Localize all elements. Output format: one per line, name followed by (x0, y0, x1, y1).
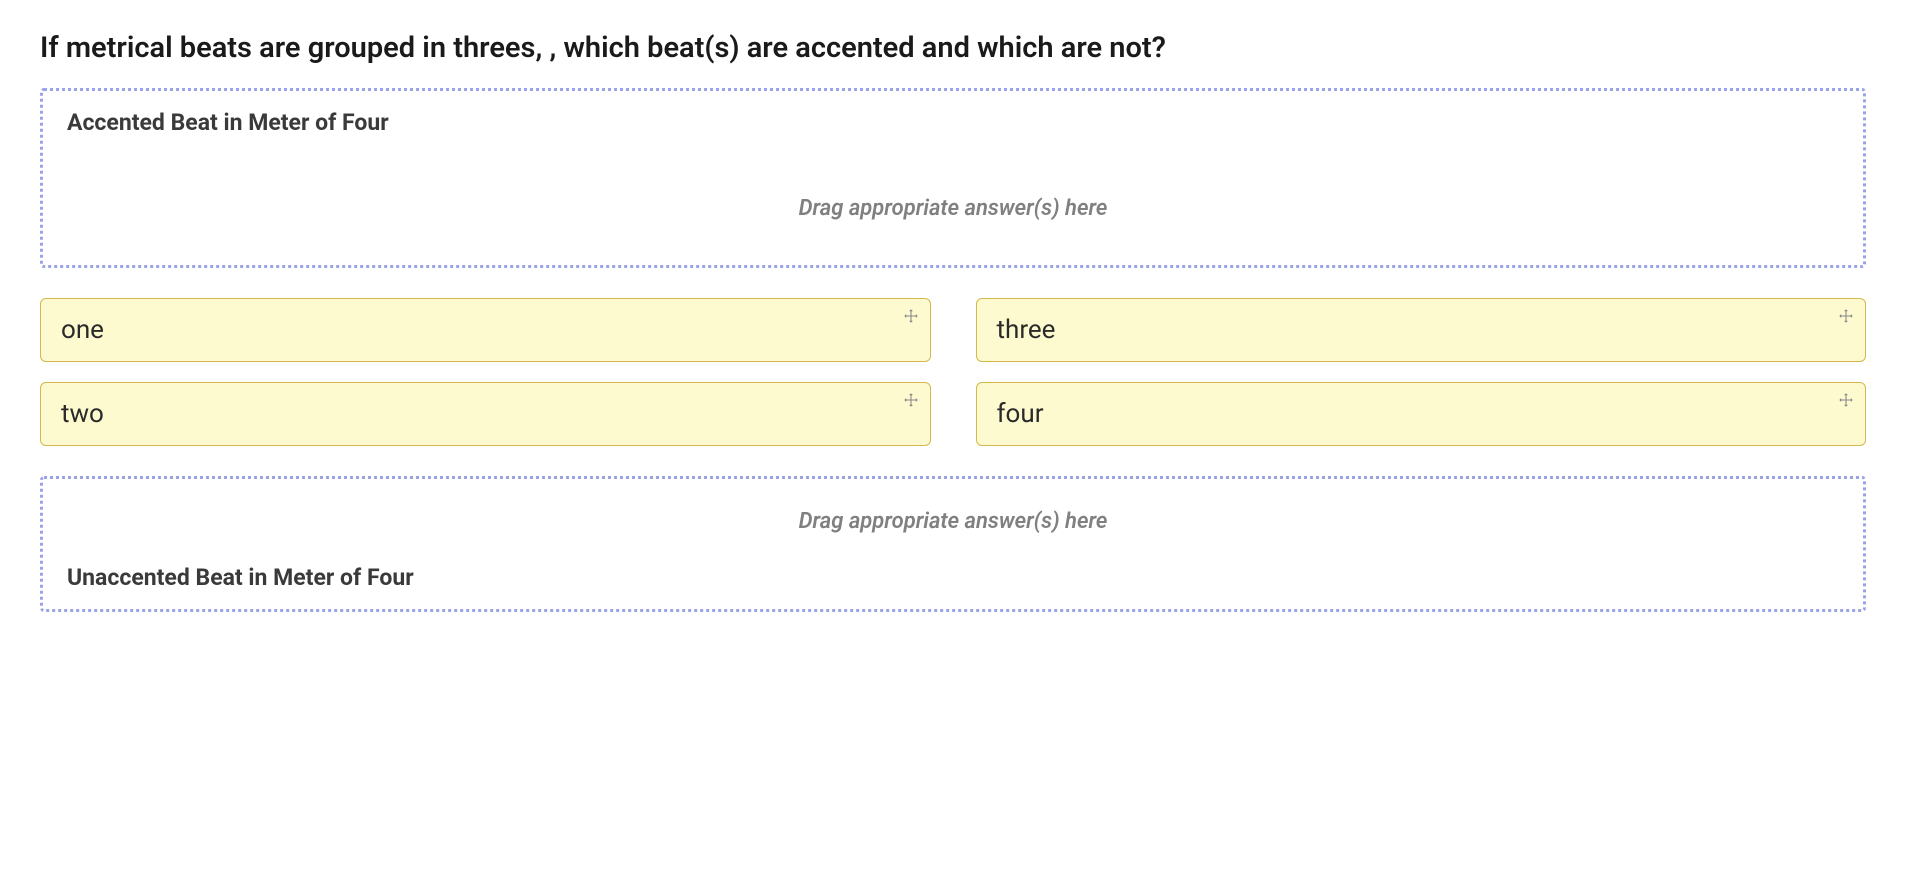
move-icon (904, 393, 918, 407)
answer-option-four[interactable]: four (976, 382, 1867, 446)
answer-option-label: three (997, 315, 1056, 345)
drop-zone-unaccented[interactable]: Drag appropriate answer(s) here Unaccent… (40, 476, 1866, 612)
drop-zone-unaccented-title: Unaccented Beat in Meter of Four (67, 564, 1839, 591)
drop-zone-accented-hint: Drag appropriate answer(s) here (67, 196, 1839, 221)
answer-option-one[interactable]: one (40, 298, 931, 362)
question-prompt: If metrical beats are grouped in threes,… (40, 30, 1866, 68)
answer-options-container: one three two four (40, 298, 1866, 446)
drop-zone-accented[interactable]: Accented Beat in Meter of Four Drag appr… (40, 88, 1866, 268)
move-icon (904, 309, 918, 323)
drop-zone-unaccented-hint: Drag appropriate answer(s) here (67, 509, 1839, 534)
answer-option-label: two (61, 399, 104, 429)
move-icon (1839, 393, 1853, 407)
answer-option-two[interactable]: two (40, 382, 931, 446)
move-icon (1839, 309, 1853, 323)
drop-zone-accented-title: Accented Beat in Meter of Four (67, 109, 1839, 136)
answer-option-label: four (997, 399, 1044, 429)
answer-option-three[interactable]: three (976, 298, 1867, 362)
answer-option-label: one (61, 315, 104, 345)
